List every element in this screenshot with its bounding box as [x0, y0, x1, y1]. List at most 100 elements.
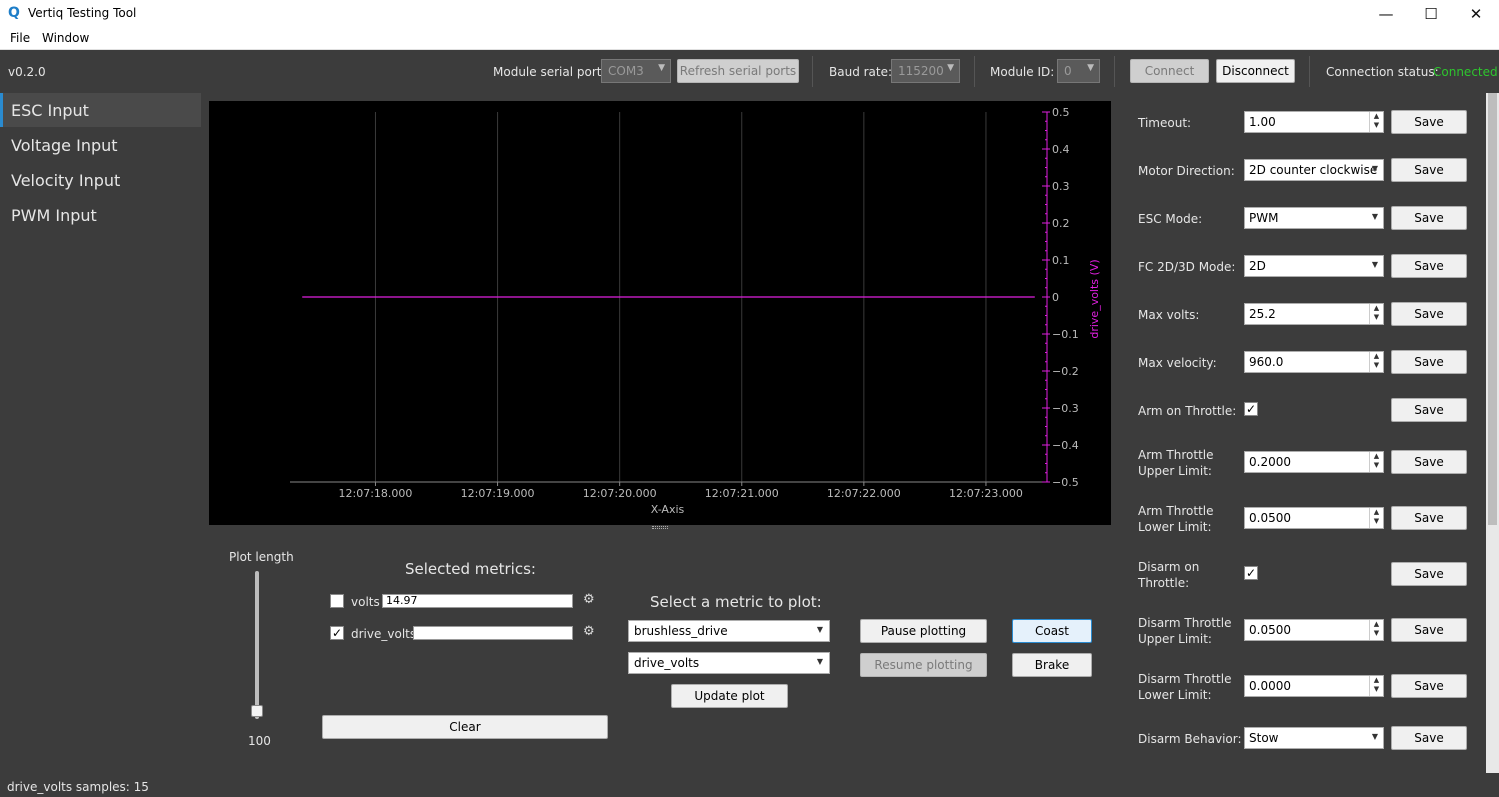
x-tick-label: 12:07:23.000 — [949, 487, 1023, 500]
chevron-down-icon: ▼ — [1087, 63, 1094, 73]
spin-arrows-icon[interactable]: ▲ ▼ — [1369, 452, 1383, 472]
brake-button[interactable]: Brake — [1012, 653, 1092, 677]
update-plot-button[interactable]: Update plot — [671, 684, 788, 708]
disarm-upper-save-button[interactable]: Save — [1391, 618, 1467, 642]
metric-drive-volts-label: drive_volts — [351, 627, 417, 641]
spin-arrows-icon[interactable]: ▲ ▼ — [1369, 620, 1383, 640]
menu-window[interactable]: Window — [42, 31, 89, 45]
chevron-down-icon: ▼ — [1371, 164, 1378, 173]
spin-arrows-icon[interactable]: ▲ ▼ — [1369, 676, 1383, 696]
disconnect-button[interactable]: Disconnect — [1216, 59, 1295, 83]
spin-arrows-icon[interactable]: ▲ ▼ — [1369, 352, 1383, 372]
y-tick-label: 0.2 — [1052, 217, 1070, 230]
chevron-down-icon: ▼ — [658, 63, 665, 73]
max-velocity-save-button[interactable]: Save — [1391, 350, 1467, 374]
sidebar-item-voltage-input[interactable]: Voltage Input — [0, 128, 201, 162]
esc-mode-save-button[interactable]: Save — [1391, 206, 1467, 230]
fc-mode-select[interactable]: 2D ▼ — [1244, 255, 1384, 277]
esc-mode-select[interactable]: PWM ▼ — [1244, 207, 1384, 229]
motor-direction-save-button[interactable]: Save — [1391, 158, 1467, 182]
settings-scrollbar[interactable] — [1486, 93, 1499, 773]
metric-volts-value: 14.97 — [382, 594, 573, 608]
pause-plotting-button[interactable]: Pause plotting — [860, 619, 987, 643]
sidebar-item-esc-input[interactable]: ESC Input — [0, 93, 201, 127]
timeout-save-button[interactable]: Save — [1391, 110, 1467, 134]
metric-volts-checkbox[interactable] — [330, 594, 344, 608]
disarm-on-throttle-label-line1: Disarm on — [1138, 560, 1200, 574]
fc-mode-save-button[interactable]: Save — [1391, 254, 1467, 278]
arm-upper-save-button[interactable]: Save — [1391, 450, 1467, 474]
arm-upper-input[interactable]: 0.2000 ▲ ▼ — [1244, 451, 1384, 473]
esc-settings-panel: Timeout: 1.00 ▲ ▼ Save Motor Direction: 2… — [1121, 93, 1486, 773]
select-metric-title: Select a metric to plot: — [650, 593, 822, 611]
disarm-on-throttle-checkbox[interactable]: ✓ — [1244, 566, 1258, 580]
fc-mode-value: 2D — [1249, 259, 1266, 273]
disarm-lower-save-button[interactable]: Save — [1391, 674, 1467, 698]
disarm-behavior-save-button[interactable]: Save — [1391, 726, 1467, 750]
disarm-upper-input[interactable]: 0.0500 ▲ ▼ — [1244, 619, 1384, 641]
metric-group-select[interactable]: brushless_drive ▼ — [628, 620, 830, 642]
coast-button[interactable]: Coast — [1012, 619, 1092, 643]
timeout-input[interactable]: 1.00 ▲ ▼ — [1244, 111, 1384, 133]
spin-arrows-icon[interactable]: ▲ ▼ — [1369, 304, 1383, 324]
disarm-lower-label-line1: Disarm Throttle — [1138, 672, 1232, 686]
max-volts-input[interactable]: 25.2 ▲ ▼ — [1244, 303, 1384, 325]
toolbar-divider — [1309, 56, 1310, 87]
y-axis-label: drive_volts (V) — [1088, 259, 1101, 338]
metric-drive-volts-checkbox[interactable]: ✓ — [330, 626, 344, 640]
connection-toolbar: v0.2.0 Module serial port: COM3 ▼ Refres… — [0, 50, 1499, 93]
close-button[interactable]: ✕ — [1453, 0, 1499, 28]
x-tick-label: 12:07:20.000 — [583, 487, 657, 500]
serial-port-label: Module serial port: — [493, 65, 606, 79]
max-volts-label: Max volts: — [1138, 308, 1200, 322]
arm-on-throttle-checkbox[interactable]: ✓ — [1244, 402, 1258, 416]
module-id-select[interactable]: 0 ▼ — [1057, 59, 1100, 83]
selected-metrics-title: Selected metrics: — [405, 560, 536, 578]
motor-direction-value: 2D counter clockwise — [1249, 163, 1378, 177]
arm-on-throttle-save-button[interactable]: Save — [1391, 398, 1467, 422]
splitter-handle[interactable] — [652, 526, 668, 529]
max-velocity-value: 960.0 — [1249, 355, 1284, 369]
toolbar-divider — [1114, 56, 1115, 87]
arm-lower-input[interactable]: 0.0500 ▲ ▼ — [1244, 507, 1384, 529]
spin-arrows-icon[interactable]: ▲ ▼ — [1369, 112, 1383, 132]
gear-icon[interactable]: ⚙ — [583, 592, 595, 607]
clear-button[interactable]: Clear — [322, 715, 608, 739]
connect-button[interactable]: Connect — [1130, 59, 1209, 83]
disarm-on-throttle-save-button[interactable]: Save — [1391, 562, 1467, 586]
arm-lower-value: 0.0500 — [1249, 511, 1291, 525]
refresh-serial-ports-button[interactable]: Refresh serial ports — [677, 59, 799, 83]
motor-direction-label: Motor Direction: — [1138, 164, 1235, 178]
resume-plotting-button[interactable]: Resume plotting — [860, 653, 987, 677]
x-tick-label: 12:07:22.000 — [827, 487, 901, 500]
max-velocity-label: Max velocity: — [1138, 356, 1217, 370]
maximize-button[interactable]: ☐ — [1408, 0, 1454, 28]
plot-length-slider-handle[interactable] — [251, 705, 263, 717]
disarm-upper-label-line1: Disarm Throttle — [1138, 616, 1232, 630]
connection-status-label: Connection status: — [1326, 65, 1439, 79]
gear-icon[interactable]: ⚙ — [583, 624, 595, 639]
serial-port-select[interactable]: COM3 ▼ — [601, 59, 671, 83]
max-volts-save-button[interactable]: Save — [1391, 302, 1467, 326]
minimize-button[interactable]: — — [1363, 0, 1409, 28]
y-tick-label: −0.4 — [1052, 439, 1079, 452]
disarm-behavior-select[interactable]: Stow ▼ — [1244, 727, 1384, 749]
connection-status-value: Connected — [1433, 65, 1498, 79]
plot-length-slider[interactable] — [255, 571, 259, 719]
metric-name-select[interactable]: drive_volts ▼ — [628, 652, 830, 674]
disarm-lower-input[interactable]: 0.0000 ▲ ▼ — [1244, 675, 1384, 697]
chevron-down-icon: ▼ — [1371, 260, 1378, 269]
max-velocity-input[interactable]: 960.0 ▲ ▼ — [1244, 351, 1384, 373]
baud-rate-select[interactable]: 115200 ▼ — [891, 59, 960, 83]
arm-lower-save-button[interactable]: Save — [1391, 506, 1467, 530]
metric-volts-label: volts — [351, 595, 380, 609]
scrollbar-thumb[interactable] — [1488, 93, 1497, 525]
x-tick-label: 12:07:21.000 — [705, 487, 779, 500]
spin-arrows-icon[interactable]: ▲ ▼ — [1369, 508, 1383, 528]
motor-direction-select[interactable]: 2D counter clockwise ▼ — [1244, 159, 1384, 181]
module-id-label: Module ID: — [990, 65, 1055, 79]
sidebar-item-pwm-input[interactable]: PWM Input — [0, 198, 201, 232]
menu-file[interactable]: File — [10, 31, 30, 45]
plot-area[interactable]: 12:07:18.000 12:07:19.000 12:07:20.000 12:0… — [209, 101, 1111, 525]
sidebar-item-velocity-input[interactable]: Velocity Input — [0, 163, 201, 197]
